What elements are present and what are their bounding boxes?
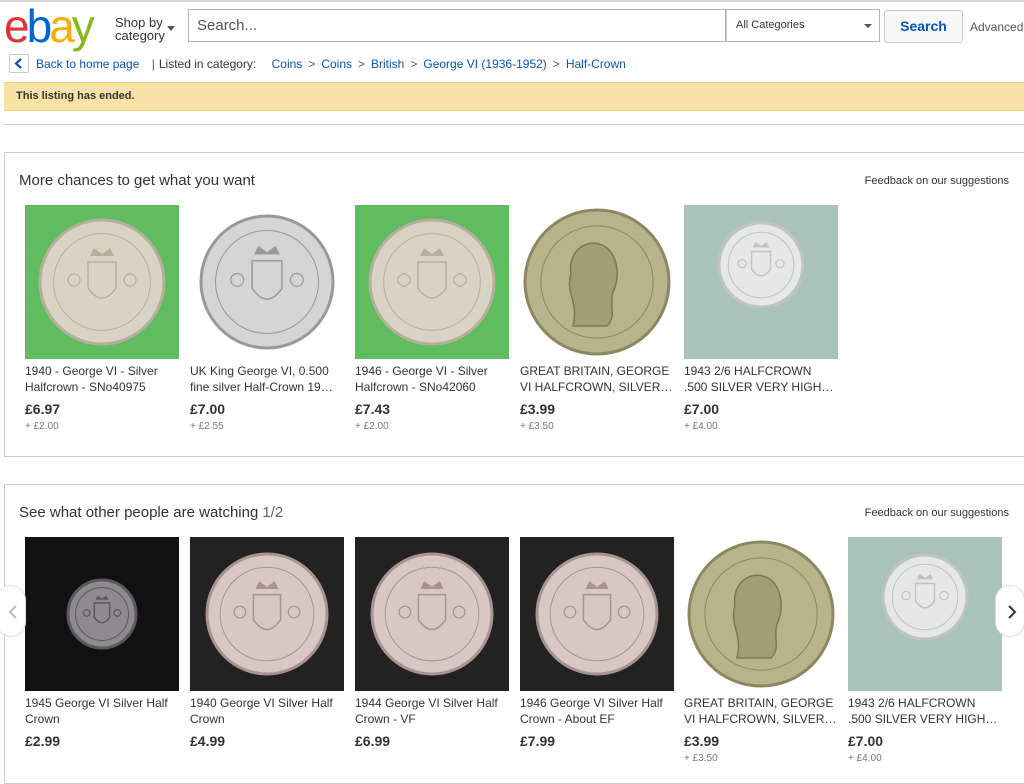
category-select[interactable]: All Categories [726,9,880,42]
coin-photo [190,537,344,691]
product-price: £3.99 [684,733,720,749]
top-border [0,0,1024,2]
logo-letter-e: e [4,0,30,52]
breadcrumb: Back to home page | Listed in category: C… [36,57,626,71]
more-chances-panel: More chances to get what you want Feedba… [4,152,1024,457]
product-image[interactable] [25,537,179,691]
coin-photo [190,205,344,359]
panel-title: See what other people are watching 1/2 [19,504,283,521]
breadcrumb-coins-1[interactable]: Coins [272,57,303,71]
shipping-cost: + £2.00 [25,421,59,432]
logo-letter-a: a [49,0,75,52]
coin-photo [25,537,179,691]
breadcrumb-george-vi[interactable]: George VI (1936-1952) [423,57,546,71]
panel-title-text: See what other people are watching [19,504,259,521]
coin-photo [684,537,838,691]
product-image[interactable] [25,205,179,359]
coin-photo [25,205,179,359]
breadcrumb-separator: > [410,57,418,71]
breadcrumb-coins-2[interactable]: Coins [321,57,352,71]
feedback-link[interactable]: Feedback on our suggestions [865,507,1009,519]
shipping-cost: + £4.00 [684,421,718,432]
product-title[interactable]: 1945 George VI Silver Half Crown [25,695,179,727]
product-title[interactable]: 1943 2/6 HALFCROWN .500 SILVER VERY HIGH… [848,695,1002,727]
chevron-right-icon [1008,605,1017,619]
search-button[interactable]: Search [884,10,963,43]
product-price: £6.97 [25,401,61,417]
product-title[interactable]: 1940 George VI Silver Half Crown [190,695,344,727]
breadcrumb-british[interactable]: British [371,57,404,71]
carousel-prev-button[interactable] [0,585,26,637]
listing-ended-notice: This listing has ended. [4,82,1024,111]
breadcrumb-half-crown[interactable]: Half-Crown [566,57,626,71]
back-button[interactable] [9,54,29,73]
product-price: £2.99 [25,733,61,749]
product-image[interactable] [355,205,509,359]
product-image[interactable] [684,205,838,359]
chevron-left-icon [14,58,22,69]
product-price: £4.99 [190,733,226,749]
coin-photo [520,205,674,359]
feedback-link[interactable]: Feedback on our suggestions [865,175,1009,187]
product-title[interactable]: 1944 George VI Silver Half Crown - VF [355,695,509,727]
shop-by-category-button[interactable]: Shop by category [115,16,175,43]
divider [4,124,1024,125]
product-price: £7.43 [355,401,391,417]
advanced-search-link[interactable]: Advanced [970,20,1023,34]
chevron-down-icon [167,26,175,31]
product-image[interactable] [684,537,838,691]
product-image[interactable] [520,537,674,691]
product-title[interactable]: UK King George VI, 0.500 fine silver Hal… [190,363,344,395]
product-title[interactable]: GREAT BRITAIN, GEORGE VI HALFCROWN, SILV… [520,363,674,395]
product-price: £6.99 [355,733,391,749]
logo-letter-y: y [71,0,95,52]
coin-photo [848,537,1002,691]
product-title[interactable]: 1946 George VI Silver Half Crown - About… [520,695,674,727]
page-indicator: 1/2 [262,504,284,521]
coin-photo [355,205,509,359]
search-input[interactable] [189,10,725,41]
panel-title-text: More chances to get what you want [19,172,255,189]
carousel-next-button[interactable] [995,585,1024,637]
product-image[interactable] [190,537,344,691]
product-price: £7.00 [848,733,884,749]
ebay-logo[interactable]: ebay [4,3,108,49]
product-image[interactable] [848,537,1002,691]
coin-photo [520,537,674,691]
search-box[interactable] [188,9,726,42]
category-select-value: All Categories [736,19,805,31]
shipping-cost: + £2.55 [190,421,224,432]
back-to-home-link[interactable]: Back to home page [36,57,139,71]
breadcrumb-separator: > [358,57,366,71]
product-title[interactable]: 1943 2/6 HALFCROWN .500 SILVER VERY HIGH… [684,363,838,395]
product-price: £7.99 [520,733,556,749]
panel-title: More chances to get what you want [19,172,255,189]
product-title[interactable]: 1946 - George VI - Silver Halfcrown - SN… [355,363,509,395]
product-price: £7.00 [684,401,720,417]
category-label: category [115,28,165,43]
product-title[interactable]: GREAT BRITAIN, GEORGE VI HALFCROWN, SILV… [684,695,838,727]
breadcrumb-separator: > [552,57,560,71]
product-image[interactable] [355,537,509,691]
watching-panel: See what other people are watching 1/2 Fe… [4,484,1024,784]
product-title[interactable]: 1940 - George VI - Silver Halfcrown - SN… [25,363,179,395]
breadcrumb-separator: > [308,57,316,71]
product-image[interactable] [520,205,674,359]
coin-photo [684,205,838,359]
divider: | [151,57,155,71]
chevron-left-icon [8,605,17,619]
shipping-cost: + £3.50 [520,421,554,432]
product-image[interactable] [190,205,344,359]
product-price: £7.00 [190,401,226,417]
product-price: £3.99 [520,401,556,417]
listed-in-label: Listed in category: [158,57,257,71]
coin-photo [355,537,509,691]
chevron-down-icon [864,24,872,28]
shipping-cost: + £2.00 [355,421,389,432]
logo-letter-b: b [26,0,53,52]
